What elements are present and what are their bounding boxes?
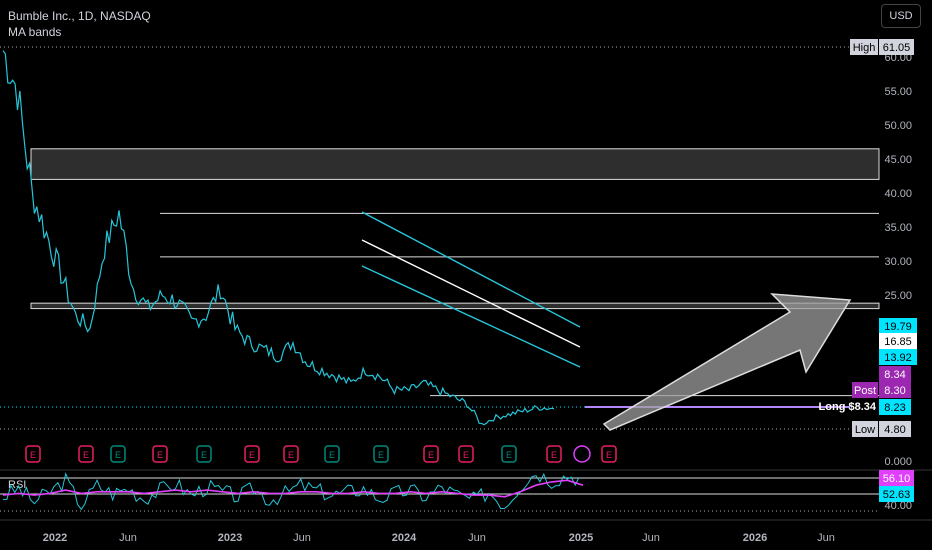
zone-0 xyxy=(30,148,880,180)
long-label: Long $8.34 xyxy=(819,401,877,413)
y-tick-5: 35.00 xyxy=(884,222,912,234)
earnings-label-3: E xyxy=(157,450,163,460)
x-tick-2: 2023 xyxy=(218,532,242,544)
high-value: 61.05 xyxy=(883,42,911,54)
earnings-label-6: E xyxy=(288,450,294,460)
low-value: 4.80 xyxy=(884,424,905,436)
y-tick-1: 55.00 xyxy=(884,86,912,98)
earnings-label-10: E xyxy=(463,450,469,460)
x-tick-5: Jun xyxy=(468,532,486,544)
ma-middle-value: 16.85 xyxy=(884,336,912,348)
indicator-title: MA bands xyxy=(8,25,62,39)
post-label: Post xyxy=(854,385,876,397)
x-tick-9: Jun xyxy=(817,532,835,544)
y-tick-7: 25.00 xyxy=(884,290,912,302)
ma-lower-value: 13.92 xyxy=(884,352,912,364)
x-tick-3: Jun xyxy=(293,532,311,544)
ma-upper-value: 19.79 xyxy=(884,321,912,333)
post-value: 8.30 xyxy=(884,385,905,397)
chart-header: Bumble Inc., 1D, NASDAQ MA bands xyxy=(8,8,151,40)
y-tick-6: 30.00 xyxy=(884,256,912,268)
bullish-arrow xyxy=(602,293,852,431)
earnings-label-4: E xyxy=(201,450,207,460)
y-tick-3: 45.00 xyxy=(884,154,912,166)
earnings-label-7: E xyxy=(329,450,335,460)
x-tick-6: 2025 xyxy=(569,532,593,544)
ma-upper-band xyxy=(361,211,581,328)
x-tick-1: Jun xyxy=(119,532,137,544)
y-tick-2: 50.00 xyxy=(884,120,912,132)
rsi-line xyxy=(2,472,580,511)
x-tick-7: Jun xyxy=(642,532,660,544)
earnings-label-2: E xyxy=(115,450,121,460)
zone-1 xyxy=(30,302,880,310)
price-chart[interactable]: E E E E E E E E E E E E E E60.0055.0050.0045.0040.003… xyxy=(0,0,932,550)
earnings-label-8: E xyxy=(378,450,384,460)
earnings-label-12: E xyxy=(551,450,557,460)
x-tick-8: 2026 xyxy=(743,532,767,544)
earnings-label-11: E xyxy=(506,450,512,460)
ma-lower-band xyxy=(361,265,581,368)
dividend-marker xyxy=(573,445,591,463)
high-label: High xyxy=(853,42,876,54)
low-label: Low xyxy=(855,424,875,436)
rsi-tick-40: 40.00 xyxy=(884,500,912,512)
earnings-label-13: E xyxy=(606,450,612,460)
x-tick-0: 2022 xyxy=(43,532,67,544)
earnings-label-0: E xyxy=(30,450,36,460)
level-834-value: 8.34 xyxy=(884,369,905,381)
symbol-title: Bumble Inc., 1D, NASDAQ xyxy=(8,9,151,23)
earnings-label-9: E xyxy=(428,450,434,460)
x-tick-4: 2024 xyxy=(392,532,417,544)
rsi-ma-value: 56.10 xyxy=(883,473,911,485)
earnings-label-1: E xyxy=(83,450,89,460)
y-tick-zero: 0.000 xyxy=(884,456,912,468)
last-price-value: 8.23 xyxy=(884,402,905,414)
price-line xyxy=(2,50,555,426)
ma-middle-band xyxy=(361,239,581,348)
y-tick-4: 40.00 xyxy=(884,188,912,200)
currency-button[interactable]: USD xyxy=(881,4,921,28)
earnings-label-5: E xyxy=(249,450,255,460)
